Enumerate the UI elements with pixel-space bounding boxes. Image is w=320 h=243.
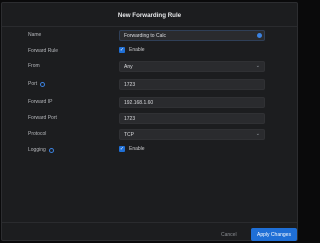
forward-ip-label: Forward IP	[28, 99, 52, 105]
forward-ip-input[interactable]: 192.168.1.60	[119, 97, 265, 108]
logging-label: Logging	[28, 147, 54, 153]
name-input[interactable]: Forwarding to Calc	[119, 30, 265, 41]
logging-checkbox-group[interactable]: ✓ Enable	[119, 146, 145, 152]
forward-rule-checkbox-group[interactable]: ✓ Enable	[119, 47, 145, 53]
port-row: Port 1723	[28, 79, 265, 91]
check-icon: ✓	[119, 46, 125, 53]
protocol-select[interactable]: TCP ⌄	[119, 129, 265, 140]
protocol-label: Protocol	[28, 131, 46, 137]
port-label-text: Port	[28, 81, 38, 87]
forward-port-label-text: Forward Port	[28, 115, 57, 121]
forward-port-value: 1723	[124, 116, 136, 122]
protocol-row: Protocol TCP ⌄	[28, 129, 265, 141]
forward-rule-enable-label: Enable	[129, 47, 145, 53]
from-select[interactable]: Any ⌄	[119, 61, 265, 72]
port-input[interactable]: 1723	[119, 79, 265, 90]
forward-ip-value: 192.168.1.60	[124, 100, 154, 106]
apply-changes-button[interactable]: Apply Changes	[251, 228, 297, 241]
name-value: Forwarding to Calc	[124, 33, 166, 39]
forward-port-input[interactable]: 1723	[119, 113, 265, 124]
logging-checkbox[interactable]: ✓	[119, 146, 125, 152]
footer-divider	[2, 222, 297, 223]
info-icon[interactable]	[40, 81, 46, 87]
forward-rule-row: Forward Rule ✓ Enable	[28, 46, 237, 58]
check-icon: ✓	[119, 145, 125, 152]
dialog-title: New Forwarding Rule	[117, 12, 182, 19]
logging-row: Logging ✓ Enable	[28, 145, 237, 157]
from-row: From Any ⌄	[28, 61, 265, 73]
new-forwarding-rule-dialog: New Forwarding Rule Name Forwarding to C…	[1, 2, 298, 241]
protocol-value: TCP	[124, 132, 134, 138]
port-label: Port	[28, 81, 46, 87]
forward-port-label: Forward Port	[28, 115, 57, 121]
logging-enable-label: Enable	[129, 146, 145, 152]
title-divider	[2, 26, 297, 27]
logging-label-text: Logging	[28, 147, 46, 153]
info-icon[interactable]	[48, 147, 54, 153]
forward-ip-row: Forward IP 192.168.1.60	[28, 97, 265, 109]
chevron-down-icon: ⌄	[255, 131, 260, 137]
port-value: 1723	[124, 82, 136, 88]
name-label: Name	[28, 32, 41, 38]
from-label: From	[28, 63, 40, 69]
from-value: Any	[124, 64, 133, 70]
forward-ip-label-text: Forward IP	[28, 99, 53, 105]
edit-icon[interactable]	[257, 33, 262, 38]
cancel-button[interactable]: Cancel	[221, 232, 237, 238]
forward-rule-label: Forward Rule	[28, 48, 58, 54]
from-label-text: From	[28, 63, 40, 69]
name-row: Name Forwarding to Calc	[28, 30, 265, 42]
protocol-label-text: Protocol	[28, 131, 47, 137]
name-label-text: Name	[28, 32, 42, 38]
forward-port-row: Forward Port 1723	[28, 113, 265, 125]
forward-rule-checkbox[interactable]: ✓	[119, 47, 125, 53]
chevron-down-icon: ⌄	[255, 63, 260, 69]
forward-rule-label-text: Forward Rule	[28, 48, 59, 54]
